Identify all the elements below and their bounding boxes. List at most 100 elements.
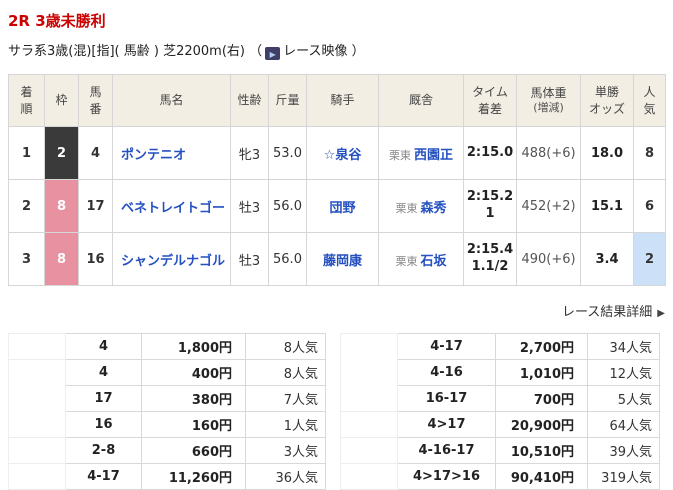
trainer-link[interactable]: 森秀 <box>420 201 446 216</box>
wakuren-combo: 2-8 <box>65 437 142 464</box>
payout-row-fukusho-1: 複勝 4 400円 8人気 <box>8 359 326 438</box>
jockey-link[interactable]: 団野 <box>329 201 355 216</box>
umatan-label: 馬単 <box>340 411 398 438</box>
umatan-popularity: 64人気 <box>587 411 660 438</box>
fukusho-popularity: 8人気 <box>245 359 326 386</box>
fukusho-label: 複勝 <box>8 359 66 438</box>
payout-row-wide-1: ワイド 4-17 2,700円 34人気 <box>340 333 660 412</box>
col-weight: 斤量 <box>268 74 307 127</box>
wide-amount: 2,700円 <box>495 333 588 360</box>
video-paren-close: ） <box>351 44 365 59</box>
wide-combo: 4-16 <box>397 359 496 386</box>
fukusho-combo: 4 <box>65 359 142 386</box>
horse-weight: 490(+6) <box>516 232 581 286</box>
payout-row-umaren: 馬連 4-17 11,260円 36人気 <box>8 463 326 490</box>
wide-popularity: 12人気 <box>587 359 660 386</box>
carried-weight: 53.0 <box>268 126 307 180</box>
jockey-cell: ☆泉谷 <box>306 126 379 180</box>
stable-area-label: 栗東 <box>395 254 418 268</box>
race-conditions: サラ系3歳(混)[指]( 馬齢 ) 芝2200m(右) （ ▶ レース映像 ） <box>8 40 673 60</box>
col-horse-weight-sub: (増減) <box>533 101 564 115</box>
fukusho-amount: 380円 <box>141 385 246 412</box>
carried-weight: 56.0 <box>268 179 307 233</box>
chevron-right-icon: ▶ <box>657 308 665 319</box>
wide-combo: 16-17 <box>397 385 496 412</box>
fukusho-popularity: 7人気 <box>245 385 326 412</box>
horse-number: 4 <box>78 126 113 180</box>
horse-name-link[interactable]: シャンデルナゴル <box>121 254 225 269</box>
umatan-combo: 4>17 <box>397 411 496 438</box>
popularity: 6 <box>633 179 666 233</box>
horse-name-cell: シャンデルナゴル <box>112 232 231 286</box>
sex-age: 牡3 <box>230 232 269 286</box>
jockey-cell: 藤岡康 <box>306 232 379 286</box>
col-horse-number: 馬 番 <box>78 74 113 127</box>
sex-age: 牡3 <box>230 179 269 233</box>
video-camera-icon: ▶ <box>265 47 281 60</box>
payout-row-umatan: 馬単 4>17 20,900円 64人気 <box>340 411 660 438</box>
col-bracket: 枠 <box>44 74 79 127</box>
play-glyph: ▶ <box>269 50 276 59</box>
stable-cell: 栗東 石坂 <box>378 232 464 286</box>
jockey-link[interactable]: ☆泉谷 <box>324 148 362 163</box>
results-header-row: 着 順 枠 馬 番 馬名 性齢 斤量 騎手 厩舎 タイム 着差 馬体重 (増減) … <box>8 74 666 127</box>
sanrentan-amount: 90,410円 <box>495 463 588 490</box>
horse-number: 16 <box>78 232 113 286</box>
horse-name-link[interactable]: ポンテニオ <box>121 148 186 163</box>
col-horse-name: 馬名 <box>112 74 231 127</box>
col-popularity: 人 気 <box>633 74 666 127</box>
trainer-link[interactable]: 石坂 <box>420 254 446 269</box>
umaren-popularity: 36人気 <box>245 463 326 490</box>
wide-popularity: 5人気 <box>587 385 660 412</box>
jockey-cell: 団野 <box>306 179 379 233</box>
payout-table-left: 単勝 4 1,800円 8人気 複勝 4 400円 8人気 17 380円 7人… <box>8 333 326 490</box>
time-margin-cell: 2:15.0 <box>463 126 517 180</box>
popularity: 2 <box>633 232 666 286</box>
sex-age: 牝3 <box>230 126 269 180</box>
video-paren-open: （ <box>249 44 263 59</box>
finish-position: 2 <box>8 179 45 233</box>
win-odds: 15.1 <box>580 179 634 233</box>
wide-combo: 4-17 <box>397 333 496 360</box>
stable-cell: 栗東 西園正 <box>378 126 464 180</box>
sanrenpuku-combo: 4-16-17 <box>397 437 496 464</box>
bracket-number: 2 <box>44 126 79 180</box>
tansho-combo: 4 <box>65 333 142 360</box>
payout-section: 単勝 4 1,800円 8人気 複勝 4 400円 8人気 17 380円 7人… <box>8 333 673 490</box>
trainer-link[interactable]: 西園正 <box>414 148 453 163</box>
jockey-link[interactable]: 藤岡康 <box>323 254 362 269</box>
time-margin-cell: 2:15.4 1.1/2 <box>463 232 517 286</box>
race-result-detail-link[interactable]: レース結果詳細 ▶ <box>562 305 665 320</box>
finish-time: 2:15.2 <box>466 189 514 205</box>
margin: 1.1/2 <box>471 259 509 274</box>
stable-cell: 栗東 森秀 <box>378 179 464 233</box>
fukusho-combo: 17 <box>65 385 142 412</box>
race-conditions-text: サラ系3歳(混)[指]( 馬齢 ) 芝2200m(右) <box>8 44 245 59</box>
bracket-number: 8 <box>44 232 79 286</box>
wide-popularity: 34人気 <box>587 333 660 360</box>
horse-weight: 452(+2) <box>516 179 581 233</box>
tansho-label: 単勝 <box>8 333 66 360</box>
horse-name-cell: ポンテニオ <box>112 126 231 180</box>
tansho-amount: 1,800円 <box>141 333 246 360</box>
race-detail-row: レース結果詳細 ▶ <box>8 301 665 320</box>
umaren-label: 馬連 <box>8 463 66 490</box>
finish-time: 2:15.4 <box>466 242 514 258</box>
sanrentan-combo: 4>17>16 <box>397 463 496 490</box>
popularity: 8 <box>633 126 666 180</box>
col-time-margin: タイム 着差 <box>463 74 517 127</box>
race-video-link[interactable]: レース映像 <box>283 44 347 59</box>
payout-row-sanrentan: 3連単 4>17>16 90,410円 319人気 <box>340 463 660 490</box>
horse-number: 17 <box>78 179 113 233</box>
sanrentan-label: 3連単 <box>340 463 398 490</box>
payout-row-wakuren: 枠連 2-8 660円 3人気 <box>8 437 326 464</box>
col-stable: 厩舎 <box>378 74 464 127</box>
sanrenpuku-popularity: 39人気 <box>587 437 660 464</box>
horse-name-link[interactable]: ベネトレイトゴー <box>121 201 225 216</box>
race-result-detail-label: レース結果詳細 <box>561 305 653 320</box>
umatan-amount: 20,900円 <box>495 411 588 438</box>
finish-position: 1 <box>8 126 45 180</box>
umaren-amount: 11,260円 <box>141 463 246 490</box>
fukusho-amount: 400円 <box>141 359 246 386</box>
win-odds: 18.0 <box>580 126 634 180</box>
